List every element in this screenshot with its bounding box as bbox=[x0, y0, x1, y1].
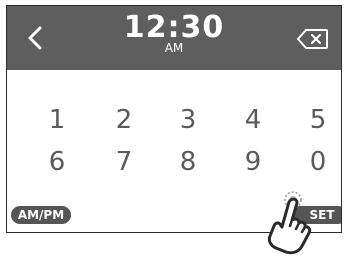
key-5[interactable]: 5 bbox=[298, 102, 338, 138]
key-7[interactable]: 7 bbox=[104, 144, 144, 180]
time-display: 12:30 AM bbox=[7, 10, 341, 55]
key-9[interactable]: 9 bbox=[233, 144, 273, 180]
key-0[interactable]: 0 bbox=[298, 144, 338, 180]
set-button[interactable]: SET bbox=[291, 206, 341, 224]
key-6[interactable]: 6 bbox=[37, 144, 77, 180]
time-value: 12:30 bbox=[123, 10, 225, 45]
backspace-icon bbox=[297, 29, 328, 49]
key-3[interactable]: 3 bbox=[168, 102, 208, 138]
keypad-row-2: 6 7 8 9 0 bbox=[7, 144, 341, 180]
keypad-row-1: 1 2 3 4 5 bbox=[7, 102, 341, 138]
key-2[interactable]: 2 bbox=[104, 102, 144, 138]
key-8[interactable]: 8 bbox=[168, 144, 208, 180]
header-bar: 12:30 AM bbox=[7, 6, 341, 70]
key-4[interactable]: 4 bbox=[233, 102, 273, 138]
key-1[interactable]: 1 bbox=[37, 102, 77, 138]
delete-button[interactable] bbox=[297, 28, 329, 50]
time-set-screen: 12:30 AM 1 2 3 4 5 6 7 8 9 0 AM/PM SET bbox=[6, 5, 342, 233]
ampm-button[interactable]: AM/PM bbox=[11, 206, 71, 224]
time-period: AM bbox=[164, 41, 184, 55]
